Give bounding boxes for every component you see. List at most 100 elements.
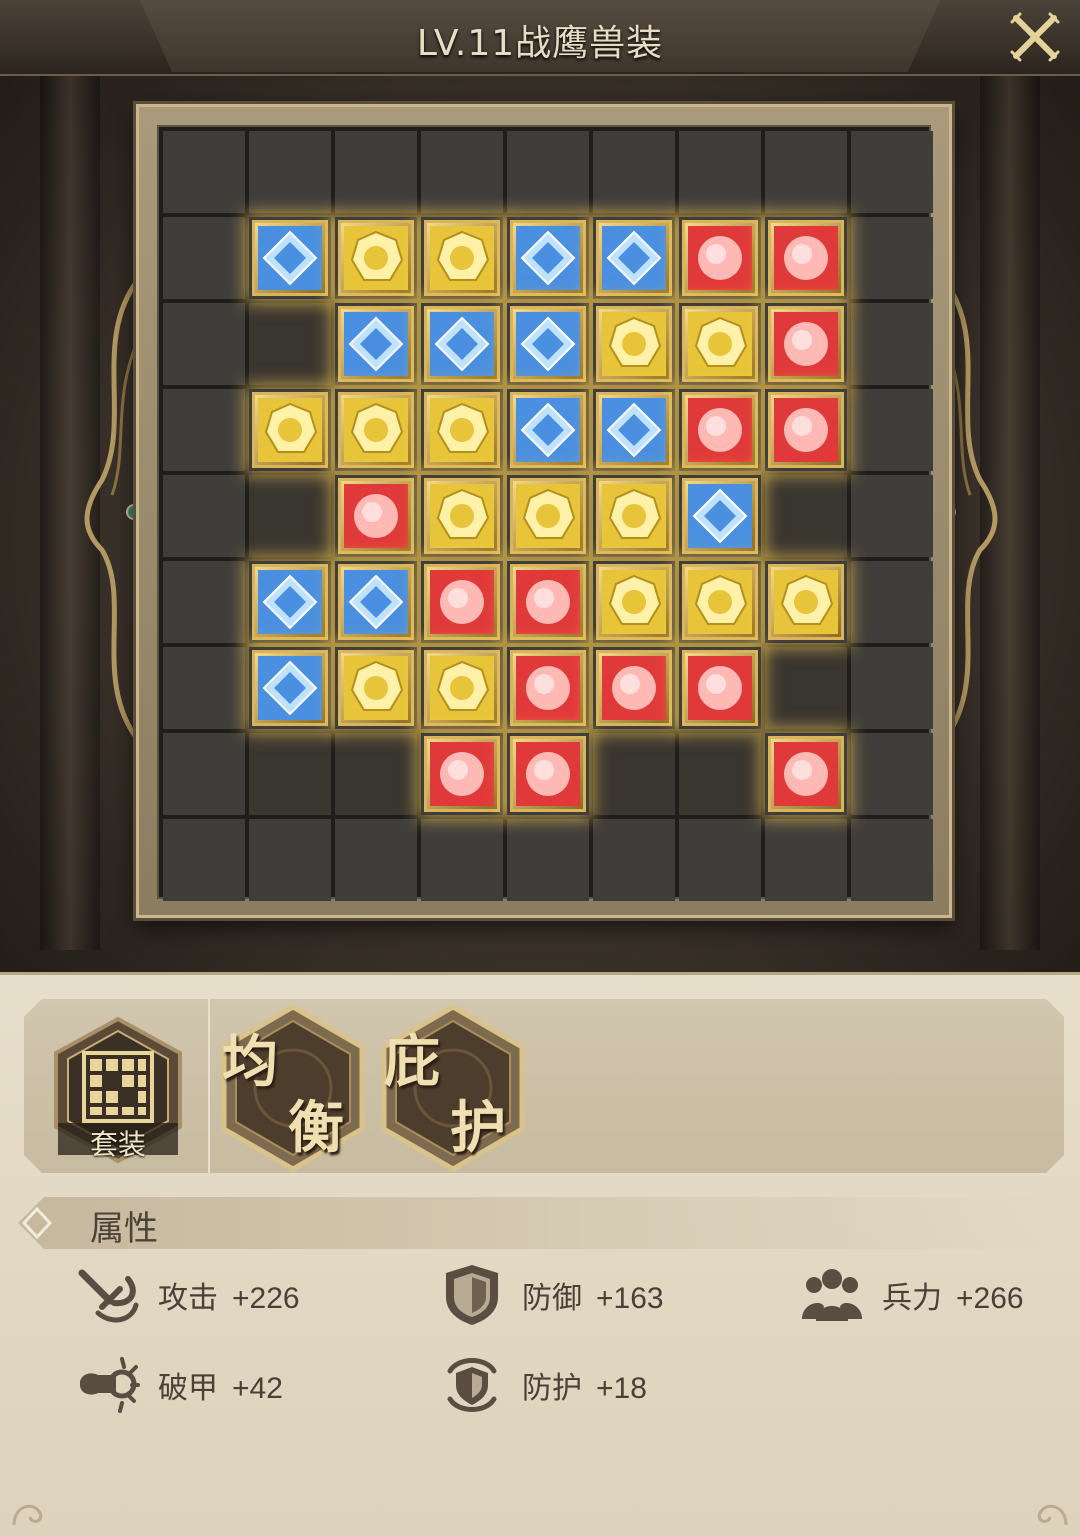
red-gem-cell[interactable] — [765, 389, 847, 471]
red-gem-cell[interactable] — [765, 733, 847, 815]
blue-gem-cell[interactable] — [593, 217, 675, 299]
yellow-gem-cell[interactable] — [421, 389, 503, 471]
empty-slot-cell[interactable] — [765, 647, 847, 729]
empty-cell[interactable] — [851, 217, 933, 299]
blue-gem-cell[interactable] — [249, 561, 331, 643]
empty-cell[interactable] — [507, 819, 589, 901]
empty-cell[interactable] — [163, 819, 245, 901]
empty-cell[interactable] — [335, 131, 417, 213]
yellow-gem-cell[interactable] — [679, 561, 761, 643]
yellow-gem-cell[interactable] — [593, 303, 675, 385]
red-gem-cell[interactable] — [507, 561, 589, 643]
blue-gem-cell[interactable] — [421, 303, 503, 385]
empty-cell[interactable] — [851, 647, 933, 729]
balance-set-badge[interactable]: 均 衡 — [218, 1003, 368, 1173]
yellow-gem-icon — [682, 564, 758, 640]
empty-cell[interactable] — [163, 733, 245, 815]
yellow-gem-cell[interactable] — [421, 475, 503, 557]
empty-cell[interactable] — [851, 733, 933, 815]
blue-gem-cell[interactable] — [507, 217, 589, 299]
red-gem-cell[interactable] — [421, 561, 503, 643]
blue-gem-cell[interactable] — [335, 561, 417, 643]
empty-cell[interactable] — [679, 819, 761, 901]
yellow-gem-cell[interactable] — [593, 475, 675, 557]
close-button[interactable] — [1004, 6, 1066, 68]
yellow-gem-cell[interactable] — [421, 217, 503, 299]
empty-slot-cell[interactable] — [249, 733, 331, 815]
empty-cell[interactable] — [593, 131, 675, 213]
yellow-gem-cell[interactable] — [765, 561, 847, 643]
empty-cell[interactable] — [249, 819, 331, 901]
stat-protect: 防护 +18 — [440, 1353, 647, 1417]
empty-slot-cell[interactable] — [679, 733, 761, 815]
empty-slot-cell[interactable] — [765, 475, 847, 557]
gem-board — [157, 125, 933, 901]
red-gem-cell[interactable] — [507, 647, 589, 729]
yellow-gem-cell[interactable] — [335, 389, 417, 471]
blue-gem-cell[interactable] — [335, 303, 417, 385]
red-gem-cell[interactable] — [335, 475, 417, 557]
red-gem-cell[interactable] — [765, 303, 847, 385]
yellow-gem-icon — [252, 392, 328, 468]
red-gem-cell[interactable] — [679, 647, 761, 729]
yellow-gem-cell[interactable] — [335, 647, 417, 729]
empty-cell[interactable] — [507, 131, 589, 213]
diamond-marker-icon — [22, 1207, 52, 1239]
empty-cell[interactable] — [163, 131, 245, 213]
blue-gem-cell[interactable] — [507, 389, 589, 471]
armor-break-icon — [80, 1357, 140, 1413]
empty-cell[interactable] — [335, 819, 417, 901]
empty-cell[interactable] — [851, 389, 933, 471]
empty-cell[interactable] — [421, 131, 503, 213]
red-gem-cell[interactable] — [679, 389, 761, 471]
empty-cell[interactable] — [163, 303, 245, 385]
shelter-char-1: 庇 — [384, 1030, 440, 1095]
empty-cell[interactable] — [163, 475, 245, 557]
empty-slot-cell[interactable] — [249, 303, 331, 385]
yellow-gem-cell[interactable] — [507, 475, 589, 557]
empty-cell[interactable] — [163, 389, 245, 471]
empty-slot-cell[interactable] — [593, 733, 675, 815]
yellow-gem-icon — [338, 650, 414, 726]
empty-cell[interactable] — [851, 131, 933, 213]
shelter-char-2: 护 — [450, 1096, 506, 1161]
red-gem-cell[interactable] — [765, 217, 847, 299]
empty-cell[interactable] — [765, 131, 847, 213]
empty-cell[interactable] — [163, 217, 245, 299]
corner-ornament-right — [1037, 1504, 1068, 1526]
yellow-gem-cell[interactable] — [249, 389, 331, 471]
blue-gem-cell[interactable] — [593, 389, 675, 471]
empty-cell[interactable] — [249, 131, 331, 213]
empty-cell[interactable] — [163, 561, 245, 643]
empty-slot-cell[interactable] — [335, 733, 417, 815]
empty-cell[interactable] — [421, 819, 503, 901]
blue-gem-icon — [338, 564, 414, 640]
empty-cell[interactable] — [851, 819, 933, 901]
empty-cell[interactable] — [851, 303, 933, 385]
empty-slot-cell[interactable] — [249, 475, 331, 557]
red-gem-cell[interactable] — [593, 647, 675, 729]
empty-cell[interactable] — [593, 819, 675, 901]
blue-gem-cell[interactable] — [249, 217, 331, 299]
yellow-gem-icon — [596, 306, 672, 382]
yellow-gem-cell[interactable] — [335, 217, 417, 299]
blue-gem-icon — [596, 392, 672, 468]
empty-cell[interactable] — [679, 131, 761, 213]
blue-gem-cell[interactable] — [249, 647, 331, 729]
red-gem-cell[interactable] — [507, 733, 589, 815]
blue-gem-icon — [510, 306, 586, 382]
blue-gem-cell[interactable] — [679, 475, 761, 557]
red-gem-cell[interactable] — [421, 733, 503, 815]
stat-attack-name: 攻击 — [158, 1281, 218, 1316]
yellow-gem-cell[interactable] — [421, 647, 503, 729]
empty-cell[interactable] — [851, 561, 933, 643]
empty-cell[interactable] — [163, 647, 245, 729]
shelter-set-badge[interactable]: 庇 护 — [378, 1003, 528, 1173]
yellow-gem-cell[interactable] — [679, 303, 761, 385]
suit-button[interactable]: 套装 — [50, 1015, 186, 1165]
empty-cell[interactable] — [765, 819, 847, 901]
blue-gem-cell[interactable] — [507, 303, 589, 385]
empty-cell[interactable] — [851, 475, 933, 557]
red-gem-cell[interactable] — [679, 217, 761, 299]
yellow-gem-cell[interactable] — [593, 561, 675, 643]
